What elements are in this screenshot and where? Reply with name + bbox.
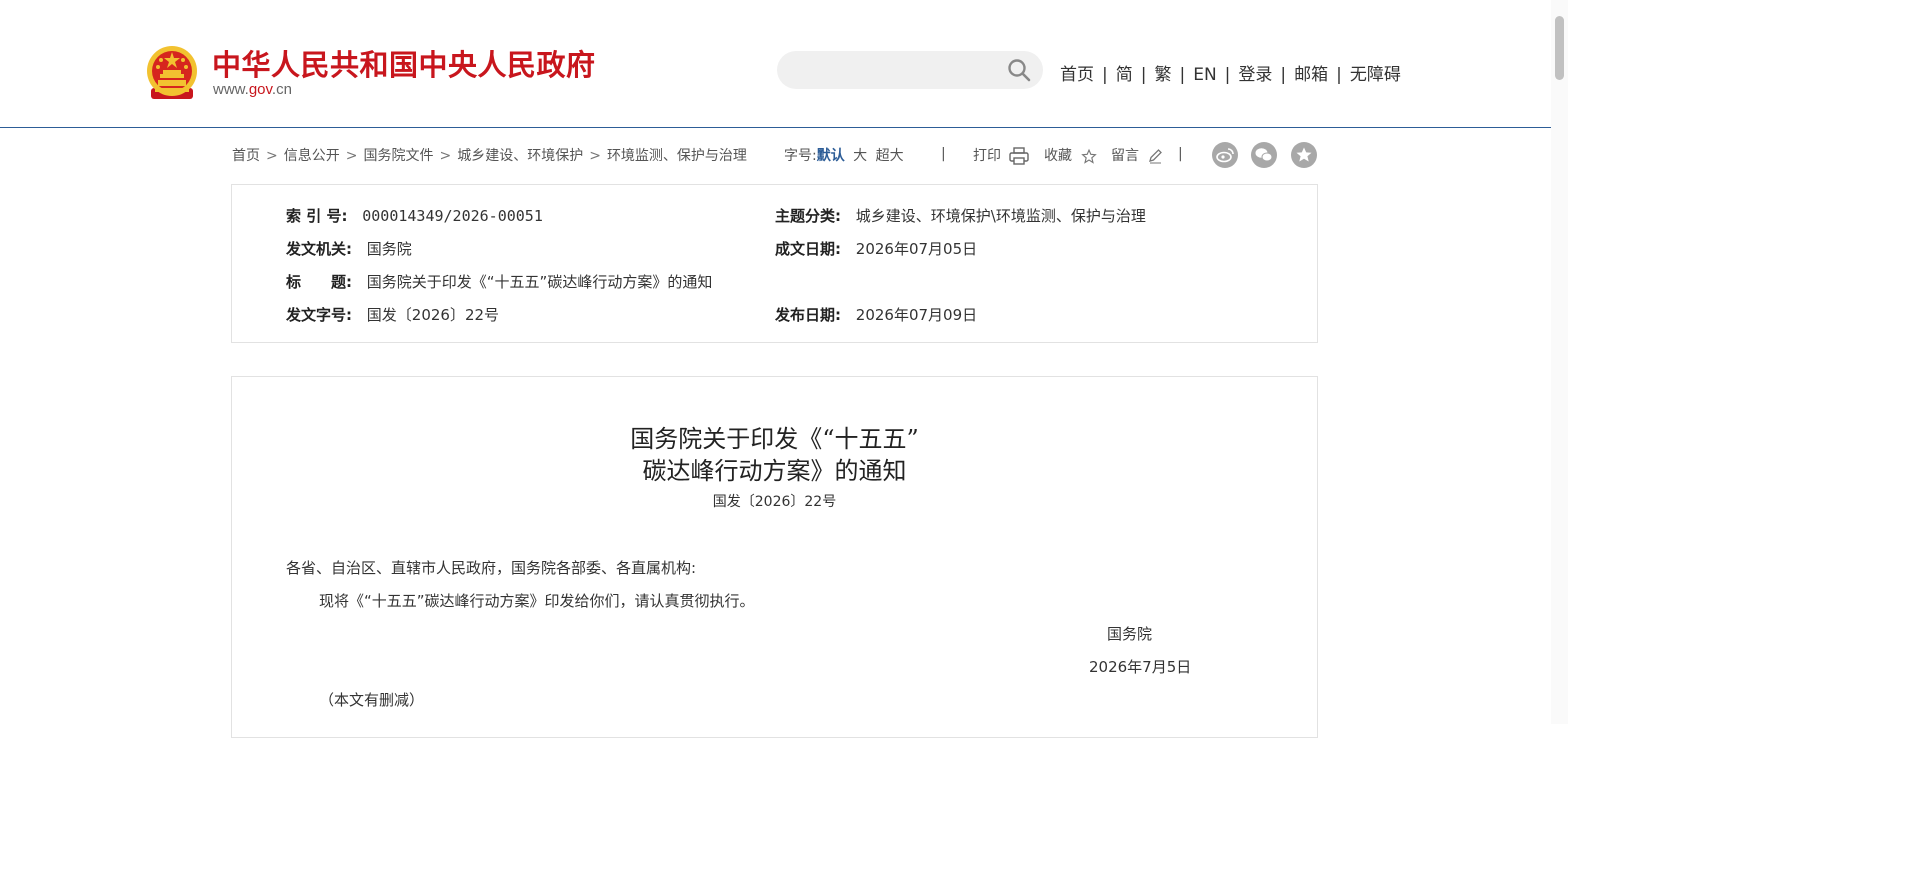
meta-docno-label: 发文字号: (286, 306, 352, 324)
meta-topic-label: 主题分类: (775, 207, 841, 225)
nav-separator: | (1140, 65, 1147, 85)
print-label: 打印 (973, 148, 1001, 164)
toolbar-divider: | (941, 146, 946, 162)
search-input[interactable] (793, 51, 1007, 91)
font-size-xlarge[interactable]: 超大 (876, 148, 904, 164)
wechat-icon[interactable] (1251, 142, 1277, 168)
nav-separator: | (1102, 65, 1108, 85)
site-header: 中华人民共和国中央人民政府 www.gov.cn 首页 | 简 | 繁 | EN | 登录 | 邮箱… (0, 0, 1551, 128)
document-title-line2: 碳达峰行动方案》的通知 (642, 457, 907, 485)
meta-written-label: 成文日期: (775, 240, 841, 258)
meta-index-label: 索 引 号: (286, 207, 348, 225)
nav-separator: | (1280, 65, 1287, 85)
top-nav: 首页 | 简 | 繁 | EN | 登录 | 邮箱 | 无障碍 (1060, 60, 1401, 85)
breadcrumb-info-public[interactable]: 信息公开 (284, 148, 340, 164)
search-icon[interactable] (1007, 58, 1031, 82)
nav-separator: | (1336, 65, 1342, 85)
pencil-icon (1149, 149, 1163, 164)
document-title-line1: 国务院关于印发《“十五五” (630, 425, 919, 453)
font-size-large[interactable]: 大 (853, 148, 867, 164)
font-size-switcher: 字号:默认 大 超大 (784, 145, 904, 165)
breadcrumb: 首页 > 信息公开 > 国务院文件 > 城乡建设、环境保护 > 环境监测、保护与治理 (232, 145, 747, 165)
toolbar-divider: | (1178, 146, 1183, 162)
meta-issuer: 发文机关: 国务院 (286, 238, 412, 259)
document-body-panel: 国务院关于印发《“十五五” 碳达峰行动方案》的通知 国发〔2026〕22号 各省… (231, 376, 1318, 738)
nav-accessibility[interactable]: 无障碍 (1350, 65, 1401, 85)
meta-title-value: 国务院关于印发《“十五五”碳达峰行动方案》的通知 (366, 273, 713, 291)
nav-mail[interactable]: 邮箱 (1294, 65, 1328, 85)
page-scrollbar[interactable] (1551, 0, 1568, 724)
meta-topic-value: 城乡建设、环境保护\环境监测、保护与治理 (855, 207, 1146, 225)
nav-separator: | (1224, 65, 1231, 85)
comment-label: 留言 (1111, 148, 1139, 164)
national-emblem-icon[interactable] (145, 44, 199, 101)
font-size-label: 字号: (784, 148, 817, 164)
weibo-glyph (1216, 148, 1234, 163)
site-domain: www.gov.cn (213, 81, 292, 98)
weibo-icon[interactable] (1212, 142, 1238, 168)
document-date: 2026年7月5日 (1089, 658, 1192, 676)
document-note: （本文有删减） (319, 691, 425, 709)
document-number: 国发〔2026〕22号 (712, 494, 837, 510)
meta-issuer-label: 发文机关: (286, 240, 352, 258)
meta-publish-label: 发布日期: (775, 306, 841, 324)
meta-index: 索 引 号: 000014349/2026-00051 (286, 205, 543, 226)
breadcrumb-home[interactable]: 首页 (232, 148, 260, 164)
nav-simplified[interactable]: 简 (1116, 65, 1133, 85)
comment-button[interactable]: 留言 (1111, 145, 1163, 165)
star-share-icon[interactable] (1291, 142, 1317, 168)
nav-traditional[interactable]: 繁 (1154, 65, 1171, 85)
breadcrumb-state-council-docs[interactable]: 国务院文件 (363, 148, 433, 164)
meta-docno-value: 国发〔2026〕22号 (366, 306, 500, 324)
wechat-glyph (1255, 148, 1273, 162)
star-outline-icon (1081, 148, 1098, 164)
chevron-right-icon: > (439, 148, 452, 164)
meta-index-value: 000014349/2026-00051 (362, 207, 543, 225)
meta-publish-value: 2026年07月09日 (855, 306, 978, 324)
nav-english[interactable]: EN (1193, 65, 1216, 85)
breadcrumb-urban-env[interactable]: 城乡建设、环境保护 (457, 148, 583, 164)
meta-topic: 主题分类: 城乡建设、环境保护\环境监测、保护与治理 (775, 205, 1146, 226)
star-glyph (1296, 147, 1312, 162)
document-meta-panel: 索 引 号: 000014349/2026-00051 主题分类: 城乡建设、环… (231, 184, 1318, 343)
site-title[interactable]: 中华人民共和国中央人民政府 (212, 42, 596, 84)
favorite-button[interactable]: 收藏 (1044, 145, 1098, 165)
domain-prefix: www. (213, 81, 249, 98)
meta-title-label: 标 题: (286, 273, 352, 291)
print-button[interactable]: 打印 (973, 145, 1030, 165)
favorite-label: 收藏 (1044, 148, 1072, 164)
printer-icon (1009, 147, 1030, 165)
chevron-right-icon: > (345, 148, 358, 164)
breadcrumb-env-monitoring[interactable]: 环境监测、保护与治理 (607, 148, 747, 164)
meta-issuer-value: 国务院 (366, 240, 412, 258)
document-addressee: 各省、自治区、直辖市人民政府，国务院各部委、各直属机构: (286, 559, 697, 577)
meta-publish-date: 发布日期: 2026年07月09日 (775, 304, 977, 325)
domain-gov: gov (248, 81, 272, 98)
meta-title: 标 题: 国务院关于印发《“十五五”碳达峰行动方案》的通知 (286, 271, 712, 292)
meta-doc-number: 发文字号: 国发〔2026〕22号 (286, 304, 499, 325)
font-size-default[interactable]: 默认 (817, 148, 845, 164)
nav-login[interactable]: 登录 (1238, 65, 1272, 85)
meta-written-value: 2026年07月05日 (855, 240, 978, 258)
scrollbar-thumb[interactable] (1555, 16, 1564, 80)
chevron-right-icon: > (266, 148, 278, 164)
nav-separator: | (1179, 65, 1186, 85)
document-body-paragraph: 现将《“十五五”碳达峰行动方案》印发给你们，请认真贯彻执行。 (319, 592, 755, 610)
meta-written-date: 成文日期: 2026年07月05日 (775, 238, 977, 259)
search-box (777, 51, 1043, 91)
nav-home[interactable]: 首页 (1060, 65, 1094, 85)
document-signer: 国务院 (1107, 625, 1153, 643)
domain-suffix: .cn (271, 81, 292, 98)
chevron-right-icon: > (589, 148, 601, 164)
